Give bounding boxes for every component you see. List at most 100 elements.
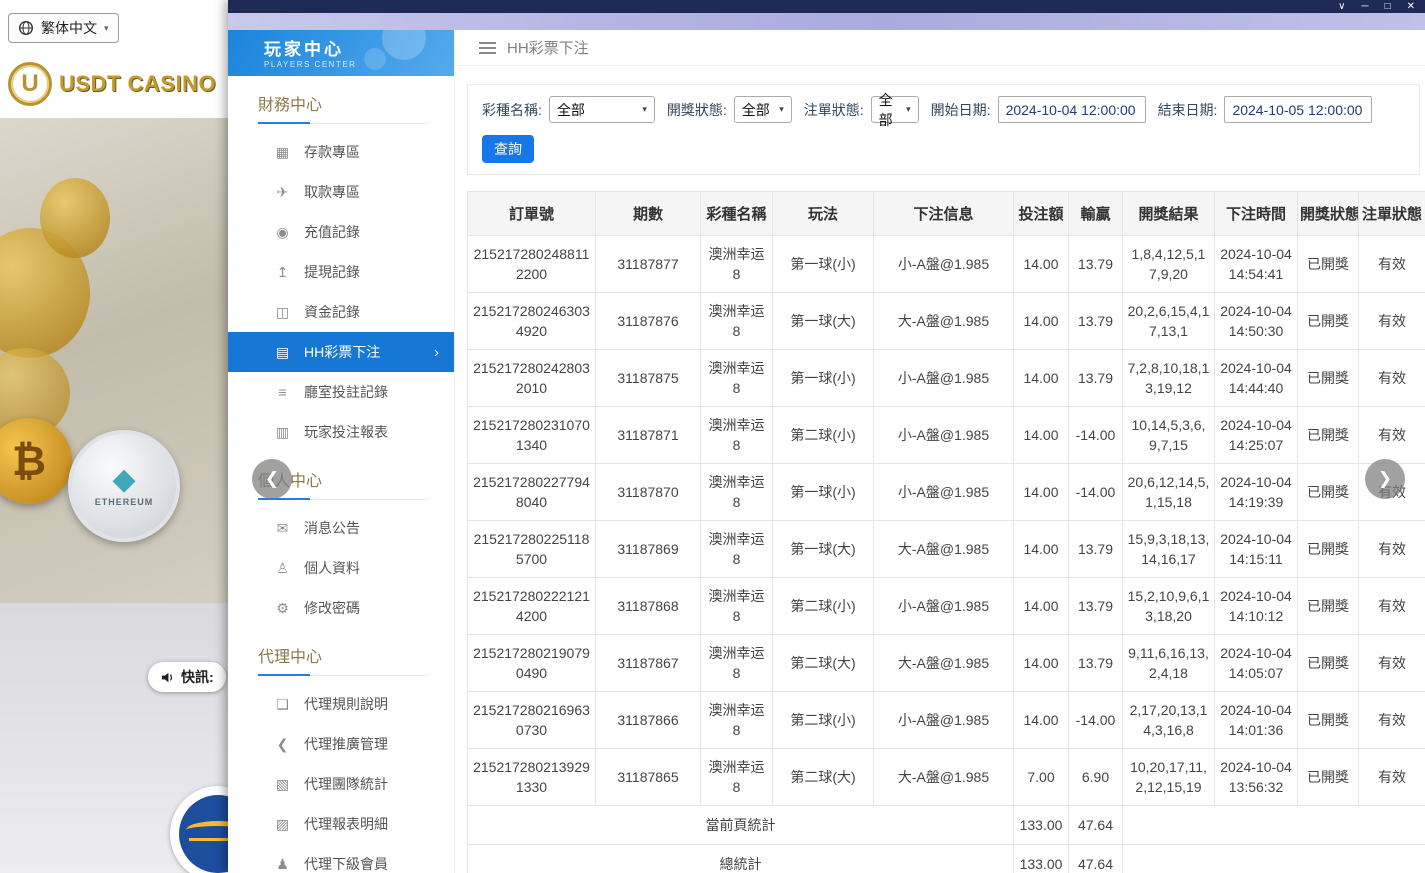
end-date-input[interactable] — [1224, 96, 1372, 123]
document-icon: ❏ — [274, 696, 291, 713]
caret-down-icon: ▾ — [906, 104, 911, 115]
carousel-next-button[interactable]: ❯ — [1365, 459, 1405, 499]
sidebar-item-recharge-records[interactable]: ◉充值記錄 — [228, 212, 454, 252]
col-period: 期數 — [596, 192, 701, 236]
sidebar-item-agent-rules[interactable]: ❏ 代理規則說明 — [228, 684, 454, 724]
col-order-status: 注單狀態 — [1359, 192, 1425, 236]
app-body: 玩家中心 PLAYERS CENTER 財務中心 ▦存款專區 ✈取款專區 ◉充值… — [228, 30, 1425, 873]
sidebar-item-agent-promotion[interactable]: ❮代理推廣管理 — [228, 724, 454, 764]
grand-total-win: 47.64 — [1069, 845, 1123, 873]
draw-status-select[interactable]: 全部▾ — [734, 96, 792, 123]
grand-total-label: 總統計 — [468, 845, 1014, 873]
table-cell: 15,9,3,18,13,14,16,17 — [1123, 521, 1215, 578]
player-report-icon: ▥ — [274, 424, 291, 441]
menu-toggle-icon[interactable] — [479, 39, 496, 57]
table-cell: 31187877 — [596, 236, 701, 293]
sidebar-item-profile[interactable]: ♙個人資料 — [228, 548, 454, 588]
table-cell: 澳洲幸运8 — [701, 521, 773, 578]
order-status-select[interactable]: 全部▾ — [871, 96, 919, 123]
table-header-row: 訂單號 期數 彩種名稱 玩法 下注信息 投注額 輸贏 開獎結果 下注時間 開獎狀… — [468, 192, 1425, 236]
table-cell: 澳洲幸运8 — [701, 350, 773, 407]
table-row: 215217280231070134031187871澳洲幸运8第二球(小)小-… — [468, 407, 1425, 464]
table-cell: 14.00 — [1014, 293, 1069, 350]
language-selector[interactable]: 繁体中文 ▾ — [8, 13, 119, 43]
table-cell: 1,8,4,12,5,17,9,20 — [1123, 236, 1215, 293]
table-cell: 2152172802310701340 — [468, 407, 596, 464]
grand-total-row: 總統計 133.00 47.64 — [468, 845, 1425, 873]
globe-icon — [18, 20, 34, 36]
sidebar-item-label: 充值記錄 — [304, 222, 360, 242]
maximize-icon[interactable]: □ — [1385, 2, 1391, 12]
carousel-prev-button[interactable]: ❮ — [252, 459, 292, 499]
gear-icon: ⚙ — [274, 600, 291, 617]
table-cell: 14.00 — [1014, 578, 1069, 635]
table-cell: 小-A盤@1.985 — [874, 578, 1014, 635]
sidebar-item-label: 消息公告 — [304, 518, 360, 538]
table-cell: 有效 — [1359, 293, 1425, 350]
sidebar-item-change-password[interactable]: ⚙ 修改密碼 — [228, 588, 454, 628]
finance-menu: ▦存款專區 ✈取款專區 ◉充值記錄 ↥提現記錄 ◫資金記錄 ▤HH彩票下注› ≡… — [228, 126, 454, 452]
table-cell: 13.79 — [1069, 521, 1123, 578]
table-cell: 10,14,5,3,6,9,7,15 — [1123, 407, 1215, 464]
minimize-icon[interactable]: ─ — [1361, 2, 1368, 12]
table-cell: 已開獎 — [1298, 521, 1359, 578]
sidebar-item-label: 代理團隊統計 — [304, 774, 388, 794]
table-cell: 31187866 — [596, 692, 701, 749]
table-cell: 有效 — [1359, 692, 1425, 749]
promo-image: ₿ ◆ ETHEREUM — [0, 118, 228, 603]
sidebar-item-label: 提現記錄 — [304, 262, 360, 282]
sidebar-section-finance: 財務中心 — [258, 91, 428, 124]
search-button[interactable]: 查詢 — [482, 135, 534, 163]
col-order-no: 訂單號 — [468, 192, 596, 236]
sidebar-item-agent-team-stats[interactable]: ▧ 代理團隊統計 — [228, 764, 454, 804]
usdt-logo-icon: U — [8, 62, 52, 106]
window-titlebar: ∨ ─ □ ✕ — [228, 0, 1425, 13]
start-date-input[interactable] — [998, 96, 1146, 123]
table-cell: 31187870 — [596, 464, 701, 521]
table-cell: 2152172802139291330 — [468, 749, 596, 806]
table-cell: 第一球(小) — [773, 236, 874, 293]
table-cell: 大-A盤@1.985 — [874, 521, 1014, 578]
chevron-down-icon[interactable]: ∨ — [1338, 2, 1345, 12]
ethereum-label: ETHEREUM — [95, 497, 154, 507]
sidebar-item-label: 修改密碼 — [304, 598, 360, 618]
sidebar-item-announcements[interactable]: ✉消息公告 — [228, 508, 454, 548]
table-cell: 14.00 — [1014, 635, 1069, 692]
sidebar-item-deposit[interactable]: ▦存款專區 — [228, 132, 454, 172]
table-cell: 14.00 — [1014, 350, 1069, 407]
sidebar-item-lottery-bets[interactable]: ▤HH彩票下注› — [228, 332, 454, 372]
sidebar-item-withdraw-records[interactable]: ↥提現記錄 — [228, 252, 454, 292]
sidebar-item-label: 代理規則說明 — [304, 694, 388, 714]
sidebar-item-player-bet-report[interactable]: ▥玩家投注報表 — [228, 412, 454, 452]
table-cell: 有效 — [1359, 521, 1425, 578]
sidebar-item-agent-members[interactable]: ♟代理下級會員 — [228, 844, 454, 873]
lottery-name-select[interactable]: 全部▾ — [549, 96, 655, 123]
table-cell: 澳洲幸运8 — [701, 692, 773, 749]
sidebar-item-agent-report-detail[interactable]: ▨代理報表明細 — [228, 804, 454, 844]
empty-cell — [1123, 806, 1425, 845]
col-play-type: 玩法 — [773, 192, 874, 236]
table-row: 215217280227794804031187870澳洲幸运8第一球(小)小-… — [468, 464, 1425, 521]
table-cell: -14.00 — [1069, 464, 1123, 521]
page-total-win: 47.64 — [1069, 806, 1123, 845]
chevron-left-icon: ❮ — [265, 469, 279, 489]
sidebar-item-label: 資金記錄 — [304, 302, 360, 322]
table-cell: 13.79 — [1069, 635, 1123, 692]
close-icon[interactable]: ✕ — [1407, 2, 1415, 12]
deposit-icon: ▦ — [274, 144, 291, 161]
col-bet-info: 下注信息 — [874, 192, 1014, 236]
page-total-row: 當前頁統計 133.00 47.64 — [468, 806, 1425, 845]
bets-table: 訂單號 期數 彩種名稱 玩法 下注信息 投注額 輸贏 開獎結果 下注時間 開獎狀… — [467, 191, 1425, 873]
withdraw-icon: ✈ — [274, 184, 291, 201]
chart-icon: ▧ — [274, 776, 291, 793]
table-cell: 7,2,8,10,18,13,19,12 — [1123, 350, 1215, 407]
filter-label-draw-status: 開獎狀態: — [667, 100, 727, 120]
table-cell: 已開獎 — [1298, 578, 1359, 635]
table-cell: 小-A盤@1.985 — [874, 464, 1014, 521]
sidebar-item-fund-records[interactable]: ◫資金記錄 — [228, 292, 454, 332]
table-cell: 已開獎 — [1298, 749, 1359, 806]
table-cell: 第一球(大) — [773, 521, 874, 578]
sidebar-item-room-bet-records[interactable]: ≡廳室投註記錄 — [228, 372, 454, 412]
table-cell: 14.00 — [1014, 464, 1069, 521]
sidebar-item-withdraw[interactable]: ✈取款專區 — [228, 172, 454, 212]
